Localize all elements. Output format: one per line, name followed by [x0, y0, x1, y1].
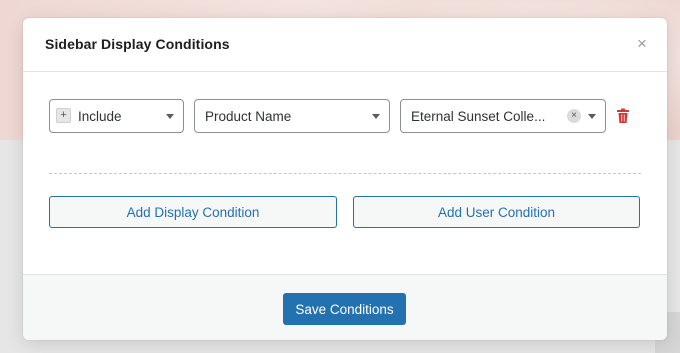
condition-value-text: Eternal Sunset Colle... [411, 109, 546, 124]
trash-icon[interactable] [616, 108, 630, 124]
chevron-down-icon [588, 114, 596, 119]
modal-header: Sidebar Display Conditions × [23, 18, 667, 72]
chevron-down-icon [166, 114, 174, 119]
plus-icon: + [56, 108, 71, 123]
include-select-value: Include [78, 109, 122, 124]
modal-title: Sidebar Display Conditions [45, 36, 230, 52]
clear-icon[interactable]: × [567, 109, 581, 123]
condition-field-value: Product Name [205, 109, 292, 124]
close-icon[interactable]: × [633, 34, 651, 52]
section-divider [49, 173, 641, 174]
add-user-condition-button[interactable]: Add User Condition [353, 196, 640, 228]
modal-footer: Save Conditions [23, 274, 667, 340]
display-conditions-modal: Sidebar Display Conditions × + Include P… [23, 18, 667, 340]
save-conditions-button[interactable]: Save Conditions [283, 293, 406, 325]
condition-value-select[interactable]: Eternal Sunset Colle... × [400, 99, 606, 133]
add-display-condition-button[interactable]: Add Display Condition [49, 196, 337, 228]
chevron-down-icon [372, 114, 380, 119]
condition-field-select[interactable]: Product Name [194, 99, 390, 133]
modal-body: + Include Product Name Eternal Sunset Co… [23, 72, 667, 274]
include-select[interactable]: + Include [49, 99, 184, 133]
